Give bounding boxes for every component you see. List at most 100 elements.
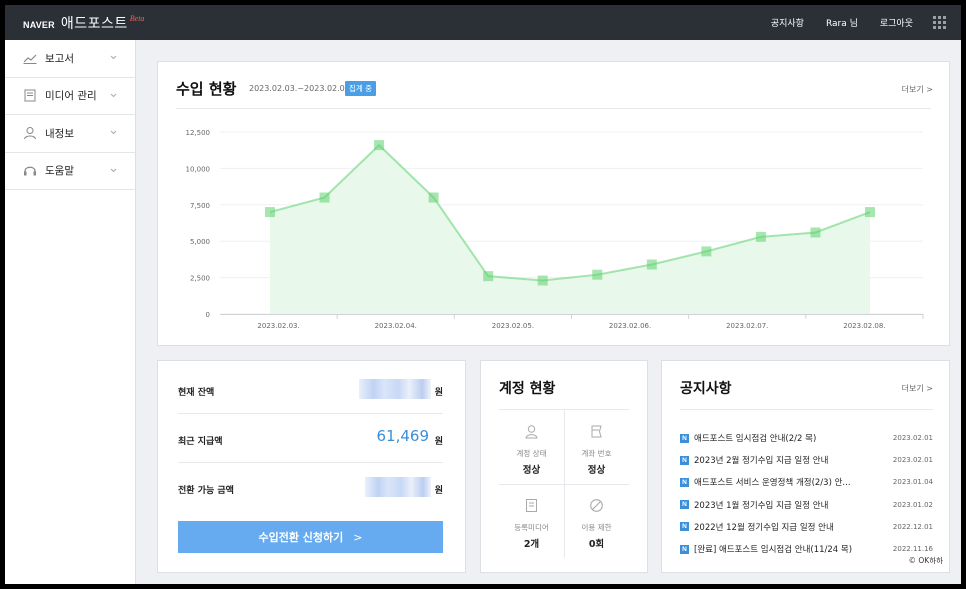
data-point: [810, 227, 821, 238]
headset-icon: [23, 164, 37, 178]
x-tick-label: 2023.02.05.: [492, 322, 534, 330]
watermark: © OK하하: [908, 556, 943, 565]
data-point: [428, 192, 439, 203]
chevron-down-icon: [110, 55, 117, 60]
bank-account-cell: 계좌 번호 정상: [564, 410, 629, 484]
prohibited-icon: [590, 499, 603, 512]
data-point: [755, 231, 766, 242]
revenue-panel: 12,500 10,000 7,500 5,000 2,500 0 2023.02.03. 2…: [157, 61, 950, 346]
list-item[interactable]: N 2022년 12월 정기수입 지급 일정 안내 2022.12.01: [680, 516, 933, 538]
notice-link[interactable]: 공지사항: [771, 16, 804, 29]
redacted-value: [365, 477, 431, 497]
user-name-link[interactable]: Rara 님: [826, 16, 858, 29]
data-point: [374, 140, 385, 151]
notice-item-date: 2022.12.01: [892, 522, 933, 531]
media-icon: [23, 89, 37, 103]
notice-item-date: 2023.01.02: [892, 500, 933, 509]
sidebar-item-label: 보고서: [45, 52, 74, 65]
list-item[interactable]: N 애드포스트 서비스 운영정책 개정(2/3) 안... 2023.01.04: [680, 471, 933, 493]
divider: [680, 409, 933, 410]
new-badge: N: [680, 455, 689, 465]
notice-title: 공지사항: [680, 381, 732, 397]
x-tick-label: 2023.02.04.: [375, 322, 417, 330]
series-area: [270, 145, 870, 314]
current-balance-label: 현재 잔액: [178, 388, 215, 398]
data-point: [865, 207, 875, 218]
data-point: [592, 269, 603, 280]
notice-item-title[interactable]: 2023년 2월 정기수입 지급 일정 안내: [694, 454, 877, 466]
notice-item-date: 2023.01.04: [892, 478, 933, 487]
notice-item-title[interactable]: [완료] 애드포스트 임시점검 안내(11/24 목): [694, 543, 877, 555]
notice-item-title[interactable]: 애드포스트 서비스 운영정책 개정(2/3) 안...: [694, 476, 877, 488]
notice-list: N 애드포스트 임시점검 안내(2/2 목) 2023.02.01 N 2023…: [680, 427, 933, 560]
y-tick-label: 7,500: [190, 202, 210, 210]
new-badge: N: [680, 500, 689, 510]
y-tick-label: 12,500: [186, 129, 211, 137]
naver-logo: NAVER: [23, 20, 55, 30]
list-item[interactable]: N 2023년 2월 정기수입 지급 일정 안내 2023.02.01: [680, 449, 933, 471]
x-tick-label: 2023.02.08.: [843, 322, 885, 330]
sidebar-item-media[interactable]: 미디어 관리: [5, 78, 135, 115]
new-badge: N: [680, 433, 689, 443]
bank-card-icon: [591, 425, 602, 438]
list-item[interactable]: N [완료] 애드포스트 임시점검 안내(11/24 목) 2022.11.16: [680, 538, 933, 560]
notice-item-date: 2023.02.01: [892, 456, 933, 465]
revenue-chart: 12,500 10,000 7,500 5,000 2,500 0 2023.02.03. 2…: [186, 129, 924, 330]
notice-item-date: 2022.11.16: [892, 545, 933, 554]
account-status-grid: 계정 상태 정상 계좌 번호 정상 등록미디어 2개 이용 제한 0회: [499, 409, 629, 558]
redacted-value: [359, 379, 431, 399]
sidebar-item-report[interactable]: 보고서: [5, 40, 135, 78]
notice-more-link[interactable]: 더보기 >: [902, 383, 933, 394]
data-point: [537, 275, 548, 286]
top-bar: NAVER 애드포스트 Beta 공지사항 Rara 님 로그아웃: [5, 5, 961, 40]
usage-restriction-label: 이용 제한: [581, 523, 612, 532]
y-tick-label: 10,000: [186, 165, 211, 173]
usage-restriction-cell: 이용 제한 0회: [564, 484, 629, 558]
current-balance-row: 현재 잔액 원: [178, 366, 443, 414]
top-nav: 공지사항 Rara 님 로그아웃: [749, 5, 947, 40]
list-item[interactable]: N 2023년 1월 정기수입 지급 일정 안내 2023.01.02: [680, 494, 933, 516]
app-window: NAVER 애드포스트 Beta 공지사항 Rara 님 로그아웃 보고서 미디…: [5, 5, 961, 584]
currency-unit: 원: [434, 437, 443, 447]
sidebar-item-label: 미디어 관리: [45, 90, 97, 103]
y-tick-label: 0: [206, 311, 210, 319]
revenue-date-range: 2023.02.03.~2023.02.09.: [249, 84, 353, 93]
sidebar-item-help[interactable]: 도움말: [5, 153, 135, 190]
grid-icon[interactable]: [933, 15, 947, 30]
account-state-cell: 계정 상태 정상: [499, 410, 564, 484]
bank-account-label: 계좌 번호: [581, 449, 612, 458]
document-icon: [526, 499, 537, 512]
notice-item-title[interactable]: 2023년 1월 정기수입 지급 일정 안내: [694, 499, 877, 511]
notice-panel: 공지사항 더보기 > N 애드포스트 임시점검 안내(2/2 목) 2023.0…: [661, 360, 950, 573]
account-status-title: 계정 현황: [499, 381, 556, 397]
divider: [176, 108, 931, 109]
new-badge: N: [680, 544, 689, 554]
list-item[interactable]: N 애드포스트 임시점검 안내(2/2 목) 2023.02.01: [680, 427, 933, 449]
x-tick-label: 2023.02.07.: [726, 322, 768, 330]
sidebar-item-label: 내정보: [45, 127, 74, 140]
y-tick-label: 5,000: [190, 238, 210, 246]
brand-logo[interactable]: NAVER 애드포스트 Beta: [23, 13, 144, 33]
convertible-amount-row: 전환 가능 금액 원: [178, 464, 443, 512]
sidebar-item-label: 도움말: [45, 165, 74, 178]
account-state-label: 계정 상태: [516, 449, 547, 458]
sidebar: 보고서 미디어 관리 내정보 도움말: [5, 40, 136, 584]
chart-icon: [23, 51, 37, 65]
request-conversion-button[interactable]: 수입전환 신청하기 >: [178, 521, 443, 553]
revenue-more-link[interactable]: 더보기 >: [902, 84, 933, 95]
y-tick-label: 2,500: [190, 275, 210, 283]
sidebar-item-myinfo[interactable]: 내정보: [5, 115, 135, 153]
notice-item-title[interactable]: 2022년 12월 정기수입 지급 일정 안내: [694, 521, 877, 533]
logout-link[interactable]: 로그아웃: [880, 16, 913, 29]
notice-item-title[interactable]: 애드포스트 임시점검 안내(2/2 목): [694, 432, 877, 444]
data-point: [701, 246, 712, 257]
chevron-right-icon: >: [353, 530, 363, 544]
beta-label: Beta: [129, 14, 145, 23]
data-point: [319, 192, 330, 203]
revenue-title: 수입 현황: [176, 80, 237, 98]
notice-item-date: 2023.02.01: [892, 434, 933, 443]
registered-media-cell: 등록미디어 2개: [499, 484, 564, 558]
account-status-panel: 계정 현황 계정 상태 정상 계좌 번호 정상 등록미디어 2개 이용 제한 0…: [480, 360, 648, 573]
recent-payment-row: 최근 지급액 61,469 원: [178, 415, 443, 463]
status-badge: 집계 중: [345, 81, 377, 96]
